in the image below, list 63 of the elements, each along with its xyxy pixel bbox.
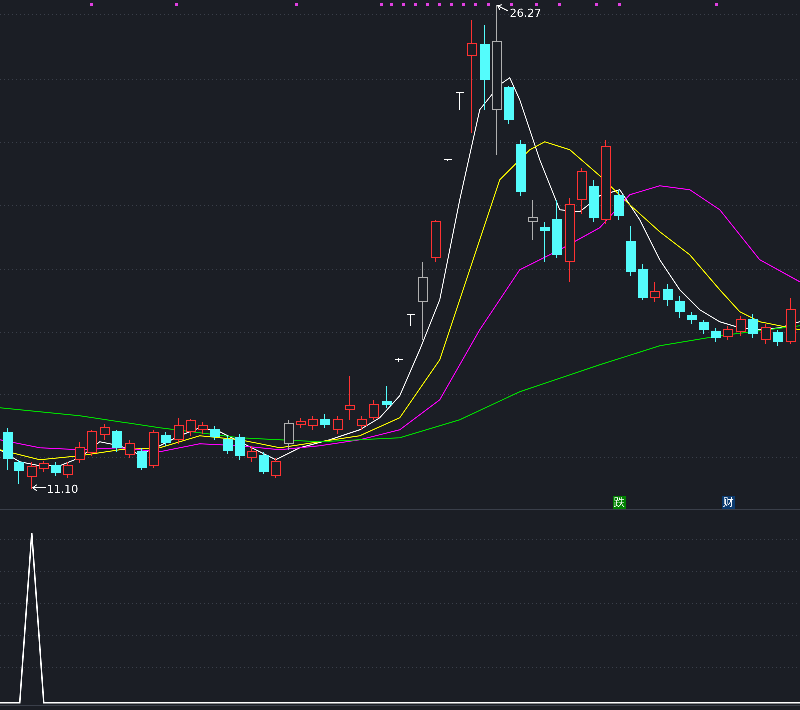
candlestick [528, 200, 538, 240]
candlestick [431, 220, 441, 262]
candlestick [284, 420, 294, 450]
candlestick [723, 326, 733, 340]
candlestick [540, 222, 550, 262]
candlestick [75, 442, 85, 464]
candlestick [638, 264, 648, 300]
candlestick [100, 424, 110, 440]
candlestick [406, 314, 416, 326]
candlestick [345, 376, 355, 420]
candlestick [577, 168, 587, 214]
candlestick [259, 452, 269, 474]
candlestick [589, 180, 599, 222]
candlestick [39, 460, 49, 472]
candlestick [614, 190, 624, 220]
candlestick [271, 458, 281, 478]
candlestick [161, 432, 171, 446]
candlestick [87, 430, 97, 456]
candlestick [444, 160, 452, 162]
candlestick [786, 298, 796, 344]
candlestick [333, 416, 343, 434]
high-price-arrow [497, 4, 508, 12]
candlestick [223, 436, 233, 454]
candlestick [51, 462, 61, 476]
candlestick [736, 316, 746, 336]
candlestick [711, 328, 721, 342]
candlestick [308, 416, 318, 430]
candlestick [112, 430, 122, 452]
candlestick [235, 434, 245, 460]
candlestick [516, 140, 526, 196]
candlestick [748, 314, 758, 338]
candlestick [626, 226, 636, 276]
candlestick [357, 416, 367, 430]
candlestick [761, 324, 771, 344]
high-price-label: 26.27 [510, 7, 542, 20]
candlestick [296, 418, 306, 428]
candlestick [149, 430, 159, 468]
candlestick [369, 400, 379, 420]
candlestick [394, 358, 404, 362]
candlestick [552, 200, 562, 258]
signal-badge: 跌 [613, 496, 626, 509]
candlestick [699, 320, 709, 334]
candlestick [687, 312, 697, 324]
low-price-arrow [32, 484, 46, 492]
candlestick [773, 330, 783, 346]
candlestick [137, 448, 147, 470]
candlestick [456, 92, 464, 110]
candlestick [504, 86, 514, 124]
candlestick [663, 284, 673, 306]
candlestick [247, 446, 257, 462]
candlestick [210, 426, 220, 440]
candlestick [675, 296, 685, 318]
candlestick [63, 462, 73, 478]
candlestick [174, 418, 184, 444]
signal-badge: 财 [722, 496, 735, 509]
low-price-label: 11.10 [47, 483, 78, 496]
candlestick [125, 440, 135, 458]
candlestick [186, 418, 196, 436]
candlestick [650, 282, 660, 302]
candlestick [382, 386, 392, 408]
candlestick [27, 462, 37, 490]
candlestick [198, 422, 208, 434]
candlestick [320, 414, 330, 428]
